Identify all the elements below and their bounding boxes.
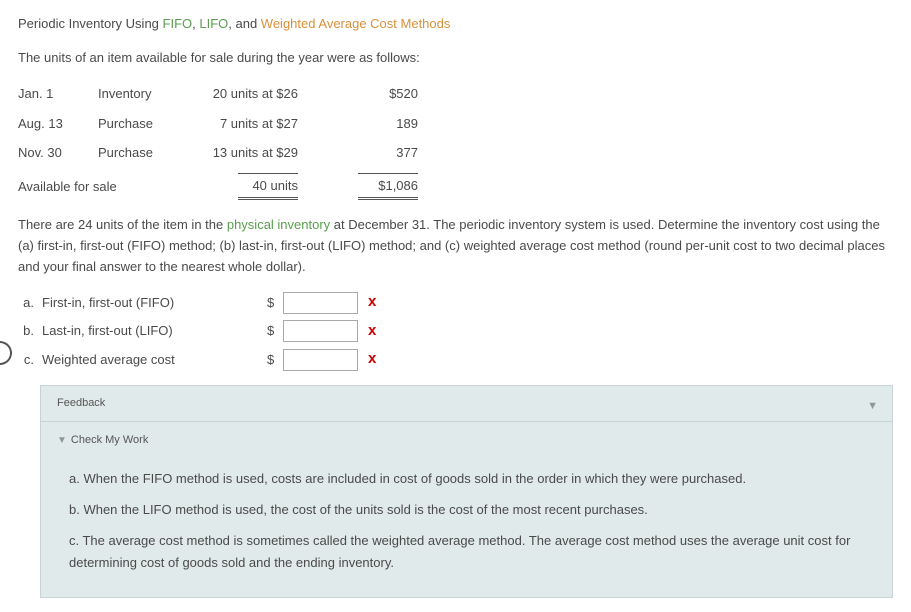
triangle-down-icon: ▼ — [57, 435, 67, 446]
total-amt: $1,086 — [358, 173, 418, 201]
decorative-arc — [0, 338, 15, 367]
wavg-input[interactable] — [283, 349, 358, 371]
feedback-header[interactable]: Feedback ▼ — [41, 386, 892, 423]
feedback-panel: Feedback ▼ ▼Check My Work a. When the FI… — [40, 385, 893, 598]
answer-row-lifo: b. Last-in, first-out (LIFO) $ x — [18, 320, 893, 343]
answer-label: Last-in, first-out (LIFO) — [42, 321, 267, 341]
answers-block: a. First-in, first-out (FIFO) $ x b. Las… — [18, 291, 893, 371]
answer-label: First-in, first-out (FIFO) — [42, 293, 267, 313]
table-total-row: Available for sale 40 units $1,086 — [18, 168, 418, 206]
physical-inventory-link[interactable]: physical inventory — [227, 217, 330, 232]
total-qty: 40 units — [238, 173, 298, 201]
wrong-icon: x — [368, 291, 376, 314]
feedback-c: c. The average cost method is sometimes … — [69, 530, 872, 574]
intro-text: The units of an item available for sale … — [18, 48, 893, 68]
answer-label: Weighted average cost — [42, 350, 267, 370]
table-row: Jan. 1 Inventory 20 units at $26 $520 — [18, 79, 418, 109]
lifo-input[interactable] — [283, 320, 358, 342]
problem-text: There are 24 units of the item in the ph… — [18, 215, 893, 277]
feedback-title: Feedback — [57, 397, 105, 409]
wrong-icon: x — [368, 348, 376, 371]
page-title: Periodic Inventory Using FIFO, LIFO, and… — [18, 14, 893, 34]
answer-row-fifo: a. First-in, first-out (FIFO) $ x — [18, 291, 893, 314]
title-text: Periodic Inventory Using — [18, 16, 163, 31]
title-fifo: FIFO — [163, 16, 193, 31]
check-my-work-toggle[interactable]: ▼Check My Work — [41, 422, 892, 455]
total-label: Available for sale — [18, 168, 198, 206]
units-table: Jan. 1 Inventory 20 units at $26 $520 Au… — [18, 79, 418, 205]
feedback-b: b. When the LIFO method is used, the cos… — [69, 499, 872, 521]
title-lifo: LIFO — [199, 16, 228, 31]
fifo-input[interactable] — [283, 292, 358, 314]
feedback-body: a. When the FIFO method is used, costs a… — [41, 455, 892, 574]
title-wavg: Weighted Average Cost Methods — [261, 16, 451, 31]
feedback-a: a. When the FIFO method is used, costs a… — [69, 468, 872, 490]
wrong-icon: x — [368, 320, 376, 343]
caret-down-icon: ▼ — [867, 398, 878, 415]
table-row: Nov. 30 Purchase 13 units at $29 377 — [18, 138, 418, 168]
answer-row-wavg: c. Weighted average cost $ x — [18, 348, 893, 371]
table-row: Aug. 13 Purchase 7 units at $27 189 — [18, 109, 418, 139]
